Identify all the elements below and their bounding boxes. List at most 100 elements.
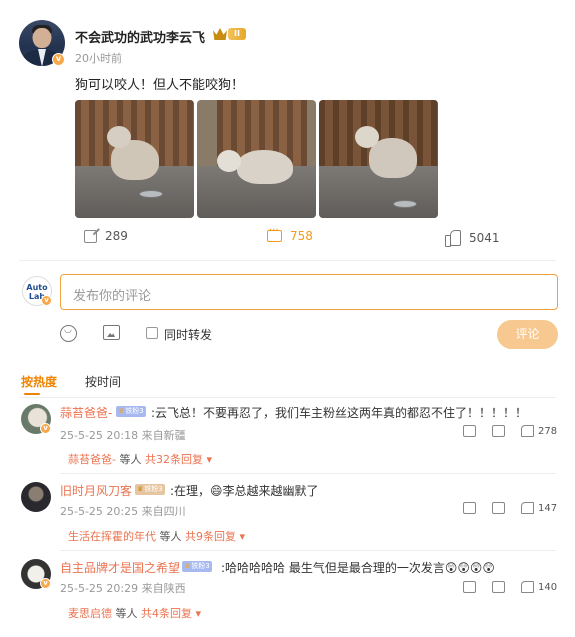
comment-text: :云飞总！不要再忍了，我们车主粉丝这两年真的都忍不住了！！！！！	[151, 406, 528, 420]
level-badge[interactable]: II	[213, 27, 246, 41]
comment-meta: 25-5-25 20:18 来自新疆	[60, 427, 186, 443]
like-button[interactable]: 5041	[445, 230, 500, 247]
reply-mid: 等人	[119, 453, 142, 466]
comment-share-button[interactable]	[463, 502, 480, 514]
dog-photo-3[interactable]	[319, 100, 438, 218]
fan-badge: ♛ 铁粉3	[182, 561, 212, 572]
share-icon	[463, 502, 476, 514]
comment-like-button[interactable]: 140	[521, 581, 557, 593]
bowl-shape	[393, 200, 417, 208]
comment-share-button[interactable]	[463, 425, 480, 437]
commenter-name[interactable]: 旧时月风刀客	[60, 482, 132, 499]
commenter-avatar[interactable]	[21, 482, 51, 512]
comment-count: 758	[290, 229, 313, 243]
dog-head	[107, 126, 131, 148]
thumbs-up-icon	[445, 230, 461, 247]
repost-checkbox[interactable]	[146, 327, 158, 339]
comment-share-button[interactable]	[463, 581, 480, 593]
reply-user: 生活在挥霍的年代	[68, 530, 156, 543]
divider	[60, 550, 556, 551]
divider	[19, 397, 556, 398]
comment-location: 来自新疆	[141, 429, 186, 442]
reply-mid: 等人	[159, 530, 182, 543]
post-text: 狗可以咬人！但人不能咬狗！	[75, 78, 245, 93]
repost-button[interactable]: 289	[84, 229, 128, 243]
verified-icon: v	[40, 578, 51, 589]
chevron-down-icon: ▾	[239, 530, 246, 543]
comment-reply-button[interactable]	[492, 502, 509, 514]
bowl-shape	[139, 190, 163, 198]
comment-icon	[492, 425, 505, 437]
crown-icon	[213, 28, 227, 40]
comment-icon	[492, 502, 505, 514]
avatar-face	[33, 28, 51, 48]
comment-location: 来自陕西	[141, 582, 186, 595]
repost-count: 289	[105, 229, 128, 243]
fan-badge: ♛ 铁粉3	[116, 406, 146, 417]
comment-input[interactable]: 发布你的评论	[60, 274, 558, 310]
submit-comment-button[interactable]: 评论	[497, 320, 558, 349]
commenter-name[interactable]: 自主品牌才是国之希望	[60, 559, 180, 576]
comment-like-count: 278	[538, 425, 558, 437]
author-name[interactable]: 不会武功的武功李云飞	[75, 27, 205, 46]
dog-head	[217, 150, 241, 172]
verified-icon: v	[41, 295, 52, 306]
tab-hot[interactable]: 按热度	[21, 373, 57, 390]
fan-badge: ♛ 铁粉3	[135, 484, 165, 495]
fan-badge-label: 铁粉3	[191, 562, 210, 570]
avatar-text: Auto	[26, 283, 48, 292]
level-label: II	[228, 28, 246, 40]
reply-summary[interactable]: 生活在挥霍的年代 等人 共9条回复 ▾	[68, 528, 245, 544]
comment-reply-button[interactable]	[492, 581, 509, 593]
comment-reply-button[interactable]	[492, 425, 509, 437]
reply-count: 共9条回复	[185, 530, 236, 543]
reply-summary[interactable]: 麦思启德 等人 共4条回复 ▾	[68, 605, 201, 621]
comment-time: 25-5-25 20:25	[60, 505, 139, 518]
dog-photo-1[interactable]	[75, 100, 194, 218]
emoji-icon[interactable]	[60, 325, 77, 342]
commenter-name[interactable]: 蒜苔爸爸-	[60, 404, 112, 421]
post-time[interactable]: 20小时前	[75, 50, 122, 66]
comment-time: 25-5-25 20:18	[60, 429, 139, 442]
tab-time[interactable]: 按时间	[85, 373, 121, 390]
repost-label[interactable]: 同时转发	[164, 326, 212, 343]
verified-icon: v	[52, 53, 65, 66]
dog-head	[355, 126, 379, 148]
divider	[19, 260, 556, 261]
fan-badge-label: 铁粉3	[125, 407, 144, 415]
weibo-post-page: v 不会武功的武功李云飞 II 20小时前 狗可以咬人！但人不能咬狗！ 289 …	[0, 0, 575, 637]
comment-like-count: 140	[538, 581, 558, 593]
reply-user: 蒜苔爸爸-	[68, 453, 116, 466]
share-icon	[84, 229, 97, 243]
comment-meta: 25-5-25 20:25 来自四川	[60, 503, 186, 519]
tab-underline	[24, 393, 40, 395]
thumbs-up-icon	[521, 502, 534, 514]
reply-summary[interactable]: 蒜苔爸爸- 等人 共32条回复 ▾	[68, 451, 212, 467]
crown-icon: ♛	[118, 407, 125, 415]
image-icon[interactable]	[103, 325, 120, 340]
comment-text: :在理，😄李总越来越幽默了	[170, 484, 319, 498]
chevron-down-icon: ▾	[195, 607, 202, 620]
reply-count: 共4条回复	[141, 607, 192, 620]
like-count: 5041	[469, 231, 500, 245]
comment-like-button[interactable]: 278	[521, 425, 557, 437]
comment-icon	[267, 225, 282, 242]
dog-body	[237, 150, 293, 184]
comment-like-button[interactable]: 147	[521, 502, 557, 514]
comment-time: 25-5-25 20:29	[60, 582, 139, 595]
share-icon	[463, 581, 476, 593]
comment-location: 来自四川	[141, 505, 186, 518]
comment-text: :哈哈哈哈哈 最生气但是最合理的一次发言😲😲😲😲	[221, 561, 495, 575]
reply-count: 共32条回复	[144, 453, 203, 466]
comment-meta: 25-5-25 20:29 来自陕西	[60, 580, 186, 596]
crown-icon: ♛	[184, 562, 191, 570]
comment-icon	[492, 581, 505, 593]
reply-user: 麦思启德	[68, 607, 112, 620]
reply-mid: 等人	[115, 607, 138, 620]
thumbs-up-icon	[521, 581, 534, 593]
comment-button[interactable]: 758	[267, 225, 313, 243]
chevron-down-icon: ▾	[206, 453, 213, 466]
share-icon	[463, 425, 476, 437]
dog-photo-2[interactable]	[197, 100, 316, 218]
thumbs-up-icon	[521, 425, 534, 437]
